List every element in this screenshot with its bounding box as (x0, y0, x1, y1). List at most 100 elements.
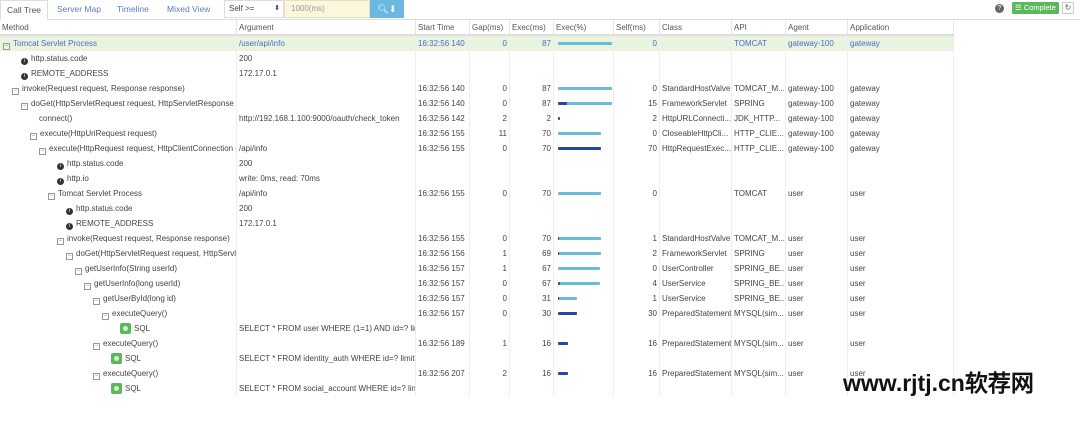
table-row[interactable]: − Tomcat Servlet Process/user/api/info 16:… (0, 36, 954, 51)
table-row[interactable]: − executeQuery() 16:32:56 157 0 30 30 Prepared… (0, 306, 954, 321)
collapse-icon[interactable]: − (21, 103, 28, 110)
agent-cell-text: gateway-100 (788, 114, 834, 123)
table-row[interactable]: SQL SELECT * FROM social_account WHERE id… (0, 381, 954, 396)
api-cell-text: SPRING_BE... (734, 294, 786, 303)
table-row[interactable]: SQL SELECT * FROM user WHERE (1=1) AND id… (0, 321, 954, 336)
collapse-icon[interactable]: − (84, 283, 91, 290)
application-cell (848, 216, 954, 231)
table-row[interactable]: − getUserById(long id) 16:32:56 157 0 31 1 Use… (0, 291, 954, 306)
agent-cell-text: user (788, 294, 804, 303)
table-row[interactable]: i http.status.code 200 (0, 51, 954, 66)
table-row[interactable]: − Tomcat Servlet Process/api/info 16:32:56… (0, 186, 954, 201)
argument-cell (237, 96, 416, 111)
select-arrow-icon: ⬍ (274, 5, 280, 12)
complete-button[interactable]: ☰ Complete (1012, 2, 1059, 14)
table-row[interactable]: i http.status.code 200 (0, 156, 954, 171)
collapse-icon[interactable]: − (93, 298, 100, 305)
collapse-icon[interactable]: − (93, 373, 100, 380)
tab-timeline[interactable]: Timeline (117, 0, 149, 20)
collapse-icon[interactable]: − (39, 148, 46, 155)
exec-bar (558, 117, 560, 120)
table-row[interactable]: − getUserInfo(long userId) 16:32:56 157 0 67… (0, 276, 954, 291)
exec-cell-text: 16 (542, 369, 551, 378)
collapse-icon[interactable]: − (12, 88, 19, 95)
table-row[interactable]: − doGet(HttpServletRequest request, HttpS… (0, 246, 954, 261)
tab-mixed-view[interactable]: Mixed View (167, 0, 210, 20)
table-row[interactable]: connect() http://192.168.1.100:9000/oauth… (0, 111, 954, 126)
exec-percent-cell (554, 276, 614, 291)
self-cell: 4 (614, 276, 660, 291)
search-button[interactable]: 🔍︎⬇ (370, 0, 404, 18)
argument-cell: 200 (237, 201, 416, 216)
exec-cell (510, 66, 554, 81)
column-header[interactable]: Application (848, 20, 954, 34)
application-cell-text: gateway (850, 129, 880, 138)
exec-bar (558, 297, 578, 300)
table-row[interactable]: i http.status.code 200 (0, 201, 954, 216)
table-row[interactable]: i http.io write: 0ms, read: 70ms (0, 171, 954, 186)
method-cell: − doGet(HttpServletRequest request, HttpS… (0, 96, 237, 111)
collapse-icon[interactable]: − (3, 43, 10, 50)
column-header[interactable]: Gap(ms) (470, 20, 510, 34)
gap-cell: 1 (470, 336, 510, 351)
column-header[interactable]: API (732, 20, 786, 34)
agent-cell (786, 321, 848, 336)
column-header[interactable]: Argument (237, 20, 416, 34)
column-header[interactable]: Exec(%) (554, 20, 614, 34)
application-cell: gateway (848, 141, 954, 156)
tab-server-map[interactable]: Server Map (57, 0, 101, 20)
refresh-icon[interactable]: ↻ (1062, 2, 1074, 14)
table-row[interactable]: − invoke(Request request, Response respon… (0, 81, 954, 96)
self-cell: 0 (614, 126, 660, 141)
argument-cell: 200 (237, 51, 416, 66)
table-row[interactable]: − executeQuery() 16:32:56 189 1 16 16 Prepared… (0, 336, 954, 351)
column-header[interactable]: Method (0, 20, 237, 34)
table-row[interactable]: − execute(HttpUriRequest request) 16:32:56… (0, 126, 954, 141)
help-icon[interactable]: ? (995, 4, 1004, 13)
application-cell-text: user (850, 279, 866, 288)
agent-cell: user (786, 276, 848, 291)
table-row[interactable]: − execute(HttpRequest request, HttpClient… (0, 141, 954, 156)
argument-cell (237, 366, 416, 381)
self-bar (558, 312, 577, 315)
table-row[interactable]: − getUserInfo(String userId) 16:32:56 157 1… (0, 261, 954, 276)
complete-label: Complete (1023, 3, 1056, 12)
exec-percent-cell (554, 336, 614, 351)
self-filter-select[interactable]: Self >= ⬍ (224, 0, 284, 18)
collapse-icon[interactable]: − (66, 253, 73, 260)
exec-cell: 31 (510, 291, 554, 306)
api-cell: TOMCAT (732, 186, 786, 201)
collapse-icon[interactable]: − (30, 133, 37, 140)
argument-cell (237, 231, 416, 246)
exec-cell-text: 87 (542, 84, 551, 93)
column-header[interactable]: Class (660, 20, 732, 34)
collapse-icon[interactable]: − (102, 313, 109, 320)
column-header[interactable]: Exec(ms) (510, 20, 554, 34)
agent-cell (786, 351, 848, 366)
collapse-icon[interactable]: − (75, 268, 82, 275)
collapse-icon[interactable]: − (57, 238, 64, 245)
column-header[interactable]: Self(ms) (614, 20, 660, 34)
application-cell (848, 51, 954, 66)
tab-call-tree[interactable]: Call Tree (0, 0, 49, 21)
table-row[interactable]: − executeQuery() 16:32:56 207 2 16 16 Prepared… (0, 366, 954, 381)
column-header[interactable]: Agent (786, 20, 848, 34)
collapse-icon[interactable]: − (93, 343, 100, 350)
exec-cell: 70 (510, 231, 554, 246)
column-header[interactable]: Start Time (416, 20, 470, 34)
self-cell-text: 0 (652, 39, 657, 48)
collapse-icon[interactable]: − (48, 193, 55, 200)
api-cell-text: SPRING (734, 249, 765, 258)
table-row[interactable]: i REMOTE_ADDRESS 172.17.0.1 (0, 66, 954, 81)
table-row[interactable]: − invoke(Request request, Response respon… (0, 231, 954, 246)
gap-cell-text: 0 (502, 294, 507, 303)
threshold-input[interactable]: 1000(ms) (284, 0, 370, 18)
api-cell: TOMCAT (732, 36, 786, 51)
table-row[interactable]: − doGet(HttpServletRequest request, HttpS… (0, 96, 954, 111)
method-name: SQL (134, 324, 151, 333)
exec-cell: 87 (510, 81, 554, 96)
self-cell (614, 351, 660, 366)
method-cell: − executeQuery() (0, 306, 237, 321)
table-row[interactable]: SQL SELECT * FROM identity_auth WHERE id=… (0, 351, 954, 366)
table-row[interactable]: i REMOTE_ADDRESS 172.17.0.1 (0, 216, 954, 231)
